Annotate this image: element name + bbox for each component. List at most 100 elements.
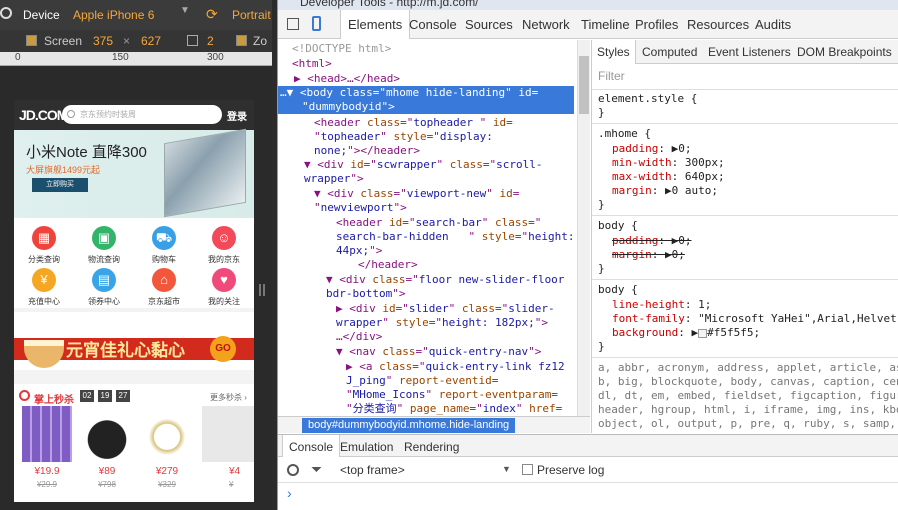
jd-search-input[interactable]: 京东预约时装周	[62, 105, 222, 124]
tree-line[interactable]: wrapper">	[304, 172, 364, 186]
clear-console-icon[interactable]	[287, 464, 299, 476]
tree-line[interactable]: ▼ <div class="viewport-new" id=	[314, 187, 519, 201]
quick-entry-coupons[interactable]: ▤ 领券中心	[76, 268, 132, 307]
rule-body[interactable]: body {	[598, 219, 638, 233]
tab-network[interactable]: Network	[515, 10, 577, 38]
tree-line[interactable]: ▶ <div id="slider" class="slider-	[336, 302, 555, 316]
filter-icon[interactable]: ⏷	[311, 461, 322, 478]
tab-audits[interactable]: Audits	[748, 10, 798, 38]
tree-line[interactable]: none;"></header>	[314, 144, 420, 158]
zoom-checkbox[interactable]	[236, 35, 247, 46]
tree-line[interactable]: "topheader" style="display:	[314, 130, 493, 144]
inspect-element-icon[interactable]	[287, 18, 299, 30]
tab-emulation[interactable]: Emulation	[334, 435, 399, 457]
breadcrumb-item-body[interactable]: body#dummybodyid.mhome.hide-landing	[302, 418, 516, 433]
tab-dom-breakpoints[interactable]: DOM Breakpoints	[797, 45, 892, 59]
dpr-icon	[187, 35, 198, 46]
quick-entry-logistics[interactable]: ▣ 物流查询	[76, 226, 132, 265]
tab-resources[interactable]: Resources	[680, 10, 756, 38]
tree-line[interactable]: <html>	[292, 57, 332, 71]
screen-label: Screen	[44, 34, 83, 48]
resize-handle[interactable]	[255, 66, 272, 510]
styles-filter-input[interactable]: Filter	[598, 69, 625, 83]
elements-scrollbar[interactable]	[577, 40, 590, 416]
rule-mhome[interactable]: .mhome {	[598, 127, 651, 141]
times-sign: ×	[123, 34, 131, 48]
cart-icon: ⛟	[152, 226, 176, 250]
device-select[interactable]: Apple iPhone 6	[73, 8, 154, 22]
tree-line[interactable]: </header>	[358, 258, 418, 272]
promo-go-button[interactable]: GO	[210, 336, 236, 362]
dpr-field[interactable]: 2	[207, 34, 214, 48]
frame-select[interactable]: <top frame>	[340, 463, 405, 477]
emulation-toggle-icon[interactable]	[0, 7, 12, 19]
tab-profiles[interactable]: Profiles	[628, 10, 685, 38]
store-icon: ⌂	[152, 268, 176, 292]
product-image[interactable]	[22, 406, 72, 462]
rule-element-style[interactable]: element.style {	[598, 92, 697, 106]
tree-line[interactable]: ▶ <a class="quick-entry-link fz12	[346, 360, 565, 374]
product-image[interactable]	[142, 406, 192, 462]
tree-line[interactable]: "MHome_Icons" report-eventparam=	[346, 388, 558, 402]
scroll-thumb[interactable]	[579, 56, 589, 114]
tree-line[interactable]: <header class="topheader " id=	[314, 116, 513, 130]
jd-logo[interactable]: JD.COM	[19, 107, 68, 123]
tree-line[interactable]: search-bar-hidden " style="height:	[336, 230, 574, 244]
promo-banner[interactable]: 小米Note 直降300 大屏旗舰1499元起 立即购买 ●●●●●●	[14, 128, 254, 246]
tree-line[interactable]: ▼ <div class="floor new-slider-floor	[326, 273, 564, 287]
chevron-down-icon[interactable]: ▼	[180, 5, 190, 16]
selected-tree-line[interactable]: …▼ <body class="mhome hide-landing" id= …	[278, 86, 574, 114]
tree-line[interactable]: "newviewport">	[314, 201, 407, 215]
tree-line[interactable]: bdr-bottom">	[326, 287, 405, 301]
login-link[interactable]: 登录	[227, 108, 247, 123]
device-mode-icon[interactable]	[312, 16, 321, 31]
rule-body-2[interactable]: body {	[598, 283, 638, 297]
tab-styles[interactable]: Styles	[592, 40, 636, 64]
screen-toolbar: Screen 375 × 627 2 Zo	[0, 30, 272, 52]
console-prompt[interactable]: ›	[287, 485, 292, 501]
tab-console[interactable]: Console	[402, 10, 464, 38]
product-image[interactable]	[202, 406, 254, 462]
tab-event-listeners[interactable]: Event Listeners	[708, 45, 791, 59]
quick-entry-favorites[interactable]: ♥ 我的关注	[196, 268, 252, 307]
chevron-down-icon[interactable]: ▼	[502, 464, 511, 474]
rotate-icon[interactable]: ⟳	[206, 6, 218, 23]
tree-line[interactable]: <!DOCTYPE html>	[292, 42, 391, 56]
tree-line[interactable]: J_ping" report-eventid=	[346, 374, 498, 388]
tree-line[interactable]: "分类查询" page_name="index" href=	[346, 402, 562, 416]
screen-checkbox[interactable]	[26, 35, 37, 46]
tree-line[interactable]: ▼ <div id="scwrapper" class="scroll-	[304, 158, 542, 172]
quick-entry-supermarket[interactable]: ⌂ 京东超市	[136, 268, 192, 307]
tab-rendering[interactable]: Rendering	[398, 435, 465, 457]
quick-entry-nav: ▦ 分类查询 ▣ 物流查询 ⛟ 购物车 ☺ 我的京东 ¥ 充值中心 ▤ 领券中心 ⌂ 京东超市…	[14, 218, 254, 308]
tab-console-drawer[interactable]: Console	[282, 435, 341, 457]
tab-elements[interactable]: Elements	[340, 10, 411, 39]
quick-entry-my-jd[interactable]: ☺ 我的京东	[196, 226, 252, 265]
orientation-select[interactable]: Portrait	[232, 8, 271, 22]
seckill-more-link[interactable]: 更多秒杀 ›	[210, 392, 247, 403]
quick-entry-category[interactable]: ▦ 分类查询	[16, 226, 72, 265]
window-title: Developer Tools - http://m.jd.com/	[278, 0, 898, 10]
festival-promo[interactable]: 元宵佳礼心黏心 GO	[14, 312, 254, 370]
quick-entry-cart[interactable]: ⛟ 购物车	[136, 226, 192, 265]
screen-height-field[interactable]: 627	[141, 34, 161, 48]
banner-title: 小米Note 直降300	[26, 144, 147, 161]
preserve-log-checkbox[interactable]	[522, 464, 533, 475]
tab-computed[interactable]: Computed	[642, 45, 697, 59]
tree-line[interactable]: ▶ <head>…</head>	[294, 72, 400, 86]
tree-line[interactable]: wrapper" style="height: 182px;">	[336, 316, 548, 330]
promo-text: 元宵佳礼心黏心	[66, 341, 185, 360]
tree-line[interactable]: 44px;">	[336, 244, 382, 258]
tree-line[interactable]: ▼ <nav class="quick-entry-nav">	[336, 345, 541, 359]
tab-sources[interactable]: Sources	[458, 10, 520, 38]
banner-buy-button[interactable]: 立即购买	[32, 178, 88, 192]
phone-image	[164, 128, 246, 218]
tree-line[interactable]: …</div>	[336, 330, 382, 344]
tree-line[interactable]: <header id="search-bar" class="	[336, 216, 541, 230]
category-icon: ▦	[32, 226, 56, 250]
screen-width-field[interactable]: 375	[93, 34, 113, 48]
product-image[interactable]	[82, 406, 132, 462]
zoom-label: Zo	[253, 34, 268, 48]
quick-entry-recharge[interactable]: ¥ 充值中心	[16, 268, 72, 307]
elements-tree[interactable]: <!DOCTYPE html> <html> ▶ <head>…</head> …	[278, 40, 578, 416]
